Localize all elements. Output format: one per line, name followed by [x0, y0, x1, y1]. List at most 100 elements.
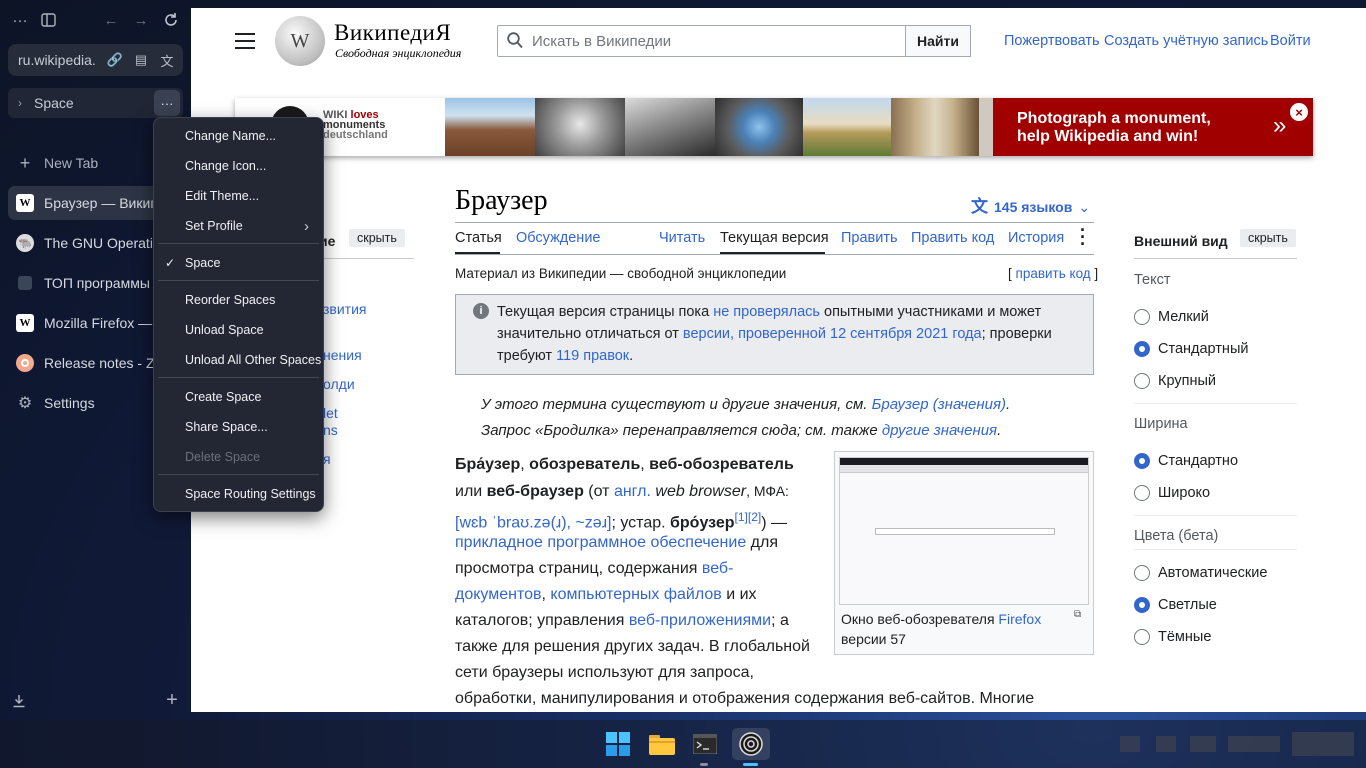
radio-standard[interactable]: [1134, 341, 1150, 357]
search-button[interactable]: Найти: [905, 25, 971, 57]
wikipedia-icon: W: [16, 194, 34, 212]
hatnote-link[interactable]: Браузер (значения): [872, 396, 1006, 413]
inline-link[interactable]: прикладное программное обеспечение: [455, 534, 746, 551]
forward-icon[interactable]: →: [131, 10, 151, 30]
menu-item-unload-space[interactable]: Unload Space: [154, 317, 323, 343]
menu-item-space[interactable]: ✓ Space: [154, 250, 323, 276]
toc-link[interactable]: нения: [323, 347, 362, 363]
copy-link-icon[interactable]: 🔗: [102, 52, 128, 68]
toc-link[interactable]: ns: [323, 422, 338, 438]
radio-small[interactable]: [1134, 309, 1150, 325]
language-button[interactable]: 文 145 языков ⌄: [971, 192, 1090, 217]
radio-width-standard[interactable]: [1134, 453, 1150, 469]
zen-browser-icon[interactable]: [732, 728, 770, 760]
create-account-link[interactable]: Создать учётную запись: [1104, 33, 1268, 49]
reader-view-icon[interactable]: ▤: [128, 52, 154, 68]
gear-icon: ⚙: [17, 395, 33, 412]
inline-link[interactable]: компьютерных файлов: [550, 586, 721, 603]
tray-icon[interactable]: [1156, 736, 1176, 752]
menu-item-reorder-spaces[interactable]: Reorder Spaces: [154, 287, 323, 313]
toc-link[interactable]: олди: [323, 376, 355, 392]
more-actions-icon[interactable]: · · ·: [1080, 221, 1086, 253]
logo-title[interactable]: ВикипедиЯ: [334, 20, 451, 46]
terminal-icon[interactable]: [689, 728, 721, 760]
banner-cta[interactable]: Photograph a monument, help Wikipedia an…: [993, 98, 1313, 156]
tab-edit-code[interactable]: Править код: [911, 230, 994, 246]
close-icon[interactable]: ×: [1290, 103, 1308, 121]
menu-item-change-icon[interactable]: Change Icon...: [154, 153, 323, 179]
donate-link[interactable]: Пожертвовать: [1004, 33, 1100, 49]
back-icon[interactable]: ←: [101, 10, 121, 30]
tray-icon[interactable]: [1190, 736, 1216, 752]
edit-code-link[interactable]: править код: [1016, 266, 1091, 281]
wiki-loves-monuments-banner[interactable]: WIKI loves monuments deutschland Photogr…: [235, 98, 1313, 156]
tray-icon[interactable]: [1228, 736, 1280, 752]
figure-caption-link[interactable]: Firefox: [998, 611, 1041, 627]
radio-color-auto[interactable]: [1134, 565, 1150, 581]
clock-area[interactable]: [1292, 732, 1354, 756]
notice-link[interactable]: 119 правок: [556, 348, 629, 364]
hatnote-link[interactable]: другие значения: [882, 422, 997, 439]
radio-large[interactable]: [1134, 373, 1150, 389]
figure-image[interactable]: [839, 457, 1089, 605]
menu-item-unload-others[interactable]: Unload All Other Spaces: [154, 347, 323, 373]
tab-edit[interactable]: Править: [841, 230, 898, 246]
url-text[interactable]: ru.wikipedia.: [18, 52, 102, 68]
inline-link[interactable]: документов: [455, 586, 542, 603]
add-icon[interactable]: +: [162, 689, 182, 711]
hamburger-menu-icon[interactable]: [235, 33, 255, 49]
info-icon: i: [473, 303, 489, 319]
radio-width-wide[interactable]: [1134, 485, 1150, 501]
appearance-hide-button[interactable]: скрыть: [1240, 229, 1296, 247]
radio-color-light[interactable]: [1134, 597, 1150, 613]
toc-link[interactable]: звития: [323, 301, 367, 317]
inline-link[interactable]: веб-: [702, 560, 734, 577]
tab-read[interactable]: Читать: [659, 230, 705, 246]
enlarge-icon[interactable]: ⧉: [1074, 609, 1081, 620]
login-link[interactable]: Войти: [1270, 33, 1311, 49]
reference-link[interactable]: [1][2]: [735, 510, 762, 524]
wikipedia-globe-logo[interactable]: W: [275, 16, 325, 66]
toc-link[interactable]: let: [323, 405, 338, 421]
article-subtitle: Материал из Википедии — свободной энцикл…: [455, 266, 787, 281]
menu-separator: [158, 377, 319, 378]
text: и их: [721, 586, 757, 603]
reload-icon[interactable]: [161, 10, 181, 30]
tab-history[interactable]: История: [1008, 230, 1064, 246]
sidebar-toggle-icon[interactable]: [38, 10, 58, 30]
notice-link[interactable]: версии, проверенной 12 сентября 2021 год…: [683, 326, 982, 342]
title-divider: [455, 222, 1094, 223]
radio-color-dark[interactable]: [1134, 629, 1150, 645]
body-line: каталогов; управления веб-приложениями; …: [455, 608, 789, 634]
menu-dots-icon[interactable]: ···: [10, 10, 30, 30]
chevron-right-icon: ›: [18, 96, 22, 110]
search-input[interactable]: Искать в Википедии: [497, 25, 907, 57]
menu-item-change-name[interactable]: Change Name...: [154, 123, 323, 149]
file-explorer-icon[interactable]: [646, 728, 678, 760]
tab-article[interactable]: Статья: [455, 230, 502, 246]
menu-item-routing-settings[interactable]: Space Routing Settings: [154, 481, 323, 507]
menu-item-edit-theme[interactable]: Edit Theme...: [154, 183, 323, 209]
tab-current-version[interactable]: Текущая версия: [720, 230, 829, 246]
width-label: Ширина: [1134, 416, 1188, 432]
left-hide-button[interactable]: скрыть: [349, 229, 405, 247]
start-icon[interactable]: [602, 728, 634, 760]
download-icon[interactable]: [10, 692, 28, 710]
notice-link[interactable]: не проверялась: [713, 304, 820, 320]
menu-item-set-profile[interactable]: Set Profile ›: [154, 213, 323, 239]
inline-link[interactable]: веб-приложениями: [629, 612, 771, 629]
tab-discussion[interactable]: Обсуждение: [516, 230, 600, 246]
menu-item-create-space[interactable]: Create Space: [154, 384, 323, 410]
divider: [319, 258, 414, 259]
inline-link[interactable]: англ.: [614, 483, 651, 500]
translate-icon[interactable]: 文: [154, 51, 180, 70]
ipa-link[interactable]: [wɛb ˈbraʊ.zə(ɹ), ~zəɹ]: [455, 514, 611, 531]
menu-item-share-space[interactable]: Share Space...: [154, 414, 323, 440]
tray-icon[interactable]: [1120, 736, 1140, 752]
body-line: также для решения других задач. В глобал…: [455, 638, 810, 655]
divider: [1134, 258, 1297, 259]
wikipedia-icon: W: [16, 314, 34, 332]
space-options-button[interactable]: ···: [154, 90, 180, 116]
toc-link[interactable]: я: [323, 451, 331, 467]
url-bar[interactable]: ru.wikipedia. 🔗 ▤ 文: [8, 44, 183, 76]
